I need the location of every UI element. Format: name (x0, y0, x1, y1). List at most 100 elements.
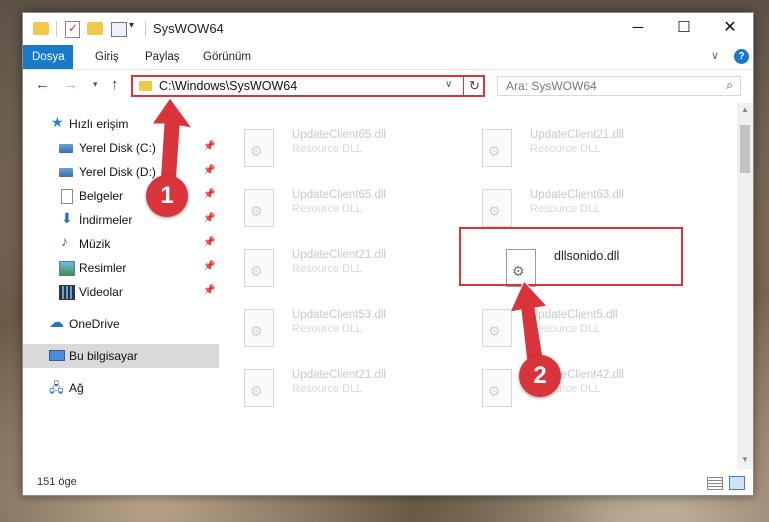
dll-file-icon (482, 189, 512, 227)
help-icon[interactable]: ? (734, 49, 749, 64)
tab-file[interactable]: Dosya (23, 45, 73, 69)
tab-view[interactable]: Görünüm (193, 45, 261, 69)
file-item[interactable]: UpdateClient21.dll Resource DLL (458, 123, 678, 175)
refresh-icon[interactable]: ↻ (469, 78, 480, 94)
sidebar-item-downloads[interactable]: ⬇ İndirmeler 📌 (23, 208, 219, 232)
file-item[interactable]: UpdateClient21.dll Resource DLL (220, 243, 440, 295)
large-icons-view-icon[interactable] (729, 476, 745, 490)
sidebar-item-label: Resimler (79, 261, 127, 275)
new-folder-icon[interactable] (87, 22, 103, 35)
file-type: Resource DLL (530, 203, 601, 215)
file-name: UpdateClient21.dll (292, 369, 386, 381)
sidebar-item-this-pc[interactable]: Bu bilgisayar (23, 344, 219, 368)
sidebar-item-local-disk-c[interactable]: Yerel Disk (C:) 📌 (23, 136, 219, 160)
dll-file-icon (482, 129, 512, 167)
file-name: UpdateClient21.dll (292, 249, 386, 261)
search-placeholder: Ara: SysWOW64 (506, 79, 597, 93)
divider (463, 77, 464, 95)
sidebar-item-music[interactable]: ♪ Müzik 📌 (23, 232, 219, 256)
file-type: Resource DLL (292, 263, 363, 275)
tab-home[interactable]: Giriş (85, 45, 129, 69)
pin-icon[interactable]: 📌 (203, 261, 215, 272)
maximize-button[interactable]: ☐ (661, 13, 707, 43)
file-item[interactable]: UpdateClient65.dll Resource DLL (220, 183, 440, 235)
sidebar-item-documents[interactable]: Belgeler 📌 (23, 184, 219, 208)
dll-file-icon (482, 369, 512, 407)
pin-icon[interactable]: 📌 (203, 285, 215, 296)
pin-icon[interactable]: 📌 (203, 141, 215, 152)
file-type: Resource DLL (530, 143, 601, 155)
file-item[interactable]: UpdateClient65.dll Resource DLL (220, 123, 440, 175)
search-icon[interactable]: ⌕ (726, 78, 733, 93)
status-bar: 151 öge (23, 470, 753, 495)
properties-check-icon[interactable] (65, 21, 80, 38)
address-bar[interactable]: C:\Windows\SysWOW64 ∨ ↻ (131, 75, 485, 97)
file-item[interactable]: UpdateClient42.dll Resource DLL (458, 363, 678, 415)
file-type: Resource DLL (292, 143, 363, 155)
recent-locations-chevron-icon[interactable]: ▾ (93, 79, 98, 90)
dll-file-icon (244, 369, 274, 407)
file-name: UpdateClient65.dll (292, 129, 386, 141)
computer-icon (49, 350, 65, 361)
up-arrow-icon[interactable]: ↑ (111, 76, 119, 93)
vertical-scrollbar[interactable]: ▲ ▼ (737, 103, 753, 469)
file-item[interactable]: UpdateClient53.dll Resource DLL (220, 303, 440, 355)
scroll-up-icon[interactable]: ▲ (741, 105, 749, 114)
file-item[interactable]: UpdateClient5.dll Resource DLL (458, 303, 678, 355)
folder-icon (33, 22, 49, 35)
address-path[interactable]: C:\Windows\SysWOW64 (159, 79, 297, 93)
step-1-badge: 1 (146, 175, 188, 217)
documents-icon (61, 189, 73, 204)
sidebar-item-label: Hızlı erişim (69, 117, 129, 131)
music-icon: ♪ (61, 233, 68, 249)
pin-icon[interactable]: 📌 (203, 189, 215, 200)
search-input[interactable]: Ara: SysWOW64 ⌕ (497, 76, 741, 96)
sidebar-item-label: Bu bilgisayar (69, 349, 138, 363)
ribbon-tabs: Dosya Giriş Paylaş Görünüm ∨ ? (23, 45, 753, 70)
back-arrow-icon[interactable]: ← (35, 76, 50, 93)
dll-file-icon (482, 309, 512, 347)
file-name: UpdateClient63.dll (530, 189, 624, 201)
dll-file-icon (244, 189, 274, 227)
file-item[interactable]: UpdateClient21.dll Resource DLL (220, 363, 440, 415)
minimize-button[interactable]: ─ (615, 13, 661, 43)
sidebar-item-label: Videolar (79, 285, 123, 299)
forward-arrow-icon[interactable]: → (63, 76, 78, 93)
scroll-down-icon[interactable]: ▼ (741, 455, 749, 464)
pictures-icon (59, 261, 75, 276)
pin-icon[interactable]: 📌 (203, 237, 215, 248)
file-type: Resource DLL (292, 383, 363, 395)
file-list: UpdateClient65.dll Resource DLL UpdateCl… (220, 103, 737, 469)
file-name: UpdateClient65.dll (292, 189, 386, 201)
sidebar-item-onedrive[interactable]: ☁ OneDrive (23, 312, 219, 336)
sidebar-item-pictures[interactable]: Resimler 📌 (23, 256, 219, 280)
divider (145, 21, 146, 37)
dll-file-icon (244, 309, 274, 347)
sidebar-item-videos[interactable]: Videolar 📌 (23, 280, 219, 304)
highlight-box-file (459, 227, 683, 286)
expand-ribbon-icon[interactable]: ∨ (711, 49, 719, 62)
address-dropdown-icon[interactable]: ∨ (445, 79, 452, 90)
item-count: 151 öge (37, 476, 77, 488)
scrollbar-thumb[interactable] (740, 125, 750, 173)
tab-share[interactable]: Paylaş (135, 45, 190, 69)
pin-icon[interactable]: 📌 (203, 165, 215, 176)
quick-access-dropdown-icon[interactable]: ▾ (129, 20, 134, 38)
sidebar-item-quick-access[interactable]: ★ Hızlı erişim (23, 112, 219, 136)
sidebar-item-label: Belgeler (79, 189, 124, 203)
sidebar-item-label: İndirmeler (79, 213, 133, 227)
pin-icon[interactable]: 📌 (203, 213, 215, 224)
network-icon: 🖧 (49, 380, 64, 395)
sidebar-item-local-disk-d[interactable]: Yerel Disk (D:) 📌 (23, 160, 219, 184)
customize-icon[interactable] (111, 22, 127, 37)
sidebar-item-network[interactable]: 🖧 Ağ (23, 376, 219, 400)
cloud-icon: ☁ (49, 314, 64, 331)
details-view-icon[interactable] (707, 477, 723, 490)
dll-file-icon (244, 249, 274, 287)
close-button[interactable]: ✕ (707, 13, 753, 43)
sidebar-item-label: Yerel Disk (D:) (79, 165, 156, 179)
sidebar-item-label: Yerel Disk (C:) (79, 141, 156, 155)
file-type: Resource DLL (292, 203, 363, 215)
videos-icon (59, 285, 75, 300)
divider (56, 21, 57, 37)
